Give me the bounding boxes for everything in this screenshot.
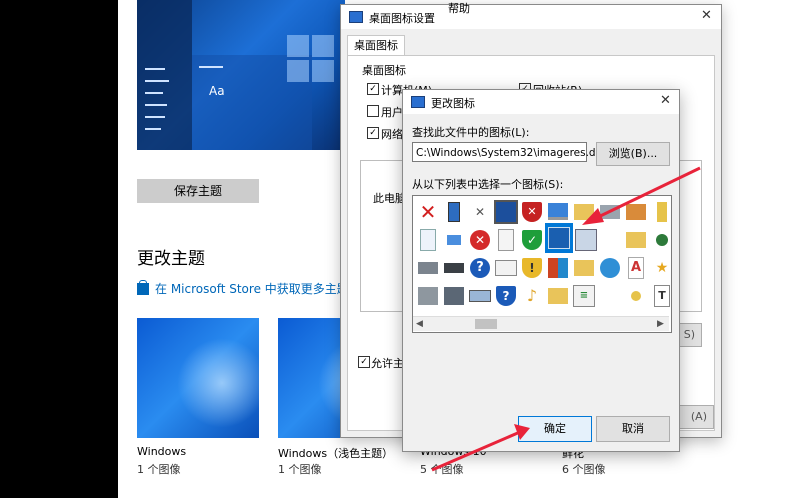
folder-music-icon[interactable] <box>571 254 597 281</box>
device-manager-icon[interactable] <box>573 226 599 253</box>
text-file-icon[interactable]: T <box>649 282 671 309</box>
icon-list[interactable]: ✕ ✕ ✕ ✕ ✓ ? ! A ★ ? ♪ ≡ T <box>412 195 672 333</box>
error-circle-icon[interactable]: ✕ <box>467 226 493 253</box>
group-label: 桌面图标 <box>362 64 406 77</box>
theme-count: 6 个图像 <box>562 463 606 476</box>
shield-green-icon[interactable]: ✓ <box>519 226 545 253</box>
change-theme-heading: 更改主题 <box>137 249 205 269</box>
printer-icon[interactable] <box>597 198 623 225</box>
theme-name: Windows <box>137 445 187 458</box>
preview-aa-text: Aa <box>209 84 225 98</box>
theme-count: 1 个图像 <box>278 463 322 476</box>
blank-document-icon[interactable] <box>493 226 519 253</box>
dialog-titlebar: 更改图标 ✕ <box>403 90 679 114</box>
certificate-doc-icon[interactable] <box>623 282 649 309</box>
checkbox-computer[interactable]: ✓ <box>367 83 379 95</box>
shield-warning-icon[interactable]: ! <box>519 254 545 281</box>
theme-preview: Aa <box>137 0 345 150</box>
store-link[interactable]: 在 Microsoft Store 中获取更多主题 <box>137 279 349 297</box>
font-icon[interactable]: A <box>623 254 649 281</box>
folder-icon[interactable] <box>571 198 597 225</box>
music-note-icon[interactable]: ♪ <box>519 282 545 309</box>
theme-thumb-windows[interactable] <box>137 318 259 438</box>
monitor-icon <box>349 11 363 23</box>
folder-user-icon[interactable] <box>623 226 649 253</box>
drive-icon[interactable] <box>415 254 441 281</box>
globe-icon[interactable] <box>597 254 623 281</box>
theme-count: 5 个图像 <box>420 463 464 476</box>
tablet-icon[interactable] <box>441 282 467 309</box>
scroll-right-icon[interactable]: ▶ <box>657 317 664 331</box>
checkbox-allow-themes[interactable]: ✓ <box>358 356 370 368</box>
disk-drive-icon[interactable] <box>415 282 441 309</box>
windows-logo-icon <box>287 35 337 85</box>
dialog-titlebar: 桌面图标设置 ✕ <box>341 5 721 29</box>
flat-drive-icon[interactable] <box>467 282 493 309</box>
help-circle-icon[interactable]: ? <box>467 254 493 281</box>
monitor-icon[interactable] <box>493 198 519 225</box>
laptop-icon[interactable] <box>545 198 571 225</box>
close-icon[interactable]: ✕ <box>701 8 712 23</box>
small-x-icon[interactable]: ✕ <box>467 198 493 225</box>
ok-button[interactable]: 确定 <box>518 416 592 442</box>
theme-count: 1 个图像 <box>137 463 181 476</box>
left-black-strip <box>0 0 118 498</box>
icon-file-path-input[interactable]: C:\Windows\System32\imageres.dll <box>412 142 601 162</box>
network-icon[interactable] <box>649 226 671 253</box>
text-cursor-icon[interactable] <box>441 226 467 253</box>
save-theme-button[interactable]: 保存主题 <box>137 179 259 203</box>
checkbox-user-files[interactable] <box>367 105 379 117</box>
red-x-icon[interactable]: ✕ <box>415 198 441 225</box>
change-icon-dialog: 更改图标 ✕ 查找此文件中的图标(L): C:\Windows\System32… <box>402 89 680 452</box>
scanner-icon[interactable] <box>441 254 467 281</box>
dialog-title: 更改图标 <box>431 97 475 110</box>
store-link-text[interactable]: 在 Microsoft Store 中获取更多主题 <box>155 280 349 297</box>
certificate-icon[interactable] <box>649 198 671 225</box>
presentation-icon[interactable] <box>493 254 519 281</box>
phone-tablet-icon[interactable] <box>441 198 467 225</box>
document-icon[interactable] <box>415 226 441 253</box>
browse-button[interactable]: 浏览(B)... <box>596 142 670 166</box>
selected-blue-icon[interactable] <box>545 223 573 253</box>
close-icon[interactable]: ✕ <box>660 93 671 108</box>
dialog-title: 桌面图标设置 <box>369 12 435 25</box>
theme-name: Windows（浅色主题） <box>278 447 394 460</box>
help-shield-icon[interactable]: ? <box>493 282 519 309</box>
store-bag-icon <box>137 279 149 295</box>
preview-sidebar <box>137 0 192 150</box>
icon-list-scrollbar[interactable]: ◀ ▶ <box>413 316 669 331</box>
find-icons-label: 查找此文件中的图标(L): <box>412 126 530 139</box>
tab-desktop-icons[interactable]: 桌面图标 <box>347 35 405 56</box>
apps-icon[interactable] <box>545 254 571 281</box>
folder-picture-icon[interactable] <box>623 198 649 225</box>
list-icon[interactable]: ≡ <box>571 282 597 309</box>
folder-image-icon[interactable] <box>545 282 571 309</box>
scroll-thumb[interactable] <box>475 319 497 329</box>
scroll-left-icon[interactable]: ◀ <box>416 317 423 331</box>
partial-title-right: 帮助 <box>448 2 470 15</box>
security-shield-red-icon[interactable]: ✕ <box>519 198 545 225</box>
select-icon-label: 从以下列表中选择一个图标(S): <box>412 178 564 191</box>
monitor-icon <box>411 96 425 108</box>
checkbox-network[interactable]: ✓ <box>367 127 379 139</box>
cancel-button[interactable]: 取消 <box>596 416 670 442</box>
star-icon[interactable]: ★ <box>649 254 671 281</box>
